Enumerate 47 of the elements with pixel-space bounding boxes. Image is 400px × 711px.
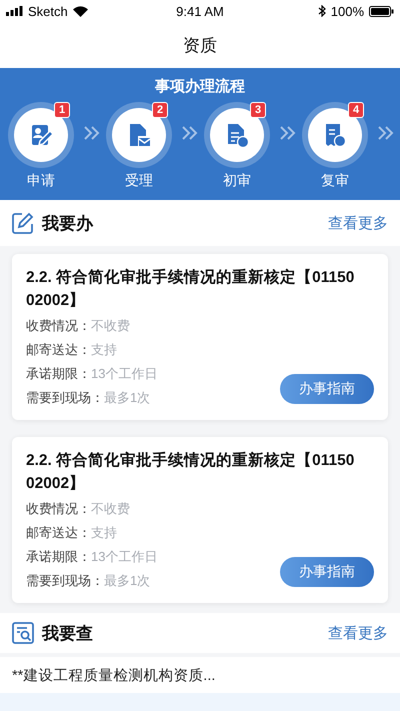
card-title: 2.2. 符合简化审批手续情况的重新核定【0115002002】 xyxy=(26,268,356,311)
step-label: 复审 xyxy=(320,172,350,190)
edit-icon xyxy=(12,212,34,234)
step-label: 受理 xyxy=(124,172,154,190)
step-number-badge: 3 xyxy=(250,102,266,118)
guide-button[interactable]: 办事指南 xyxy=(280,374,374,404)
step-number-badge: 1 xyxy=(54,102,70,118)
step-number-badge: 2 xyxy=(152,102,168,118)
field-value: 支持 xyxy=(91,525,117,540)
page-title: 资质 xyxy=(183,34,217,56)
card-title: 2.2. 符合简化审批手续情况的重新核定【0115002002】 xyxy=(26,450,356,494)
field-value: 最多1次 xyxy=(104,573,150,588)
step-number-badge: 4 xyxy=(348,102,364,118)
field-value: 13个工作日 xyxy=(91,549,158,564)
field-label: 承诺期限： xyxy=(26,549,91,564)
step-label: 初审 xyxy=(222,172,252,190)
field-value: 不收费 xyxy=(91,501,130,516)
battery-icon xyxy=(369,6,394,16)
field-label: 承诺期限： xyxy=(26,366,91,381)
clock-time: 9:41 AM xyxy=(176,4,224,18)
view-more-link[interactable]: 查看更多 xyxy=(328,624,388,642)
section-title: 我要办 xyxy=(42,212,94,234)
field-label: 邮寄送达： xyxy=(26,342,91,357)
field-label: 收费情况： xyxy=(26,318,91,333)
search-document-icon xyxy=(12,622,34,644)
field-value: 不收费 xyxy=(91,318,130,333)
field-value: 最多1次 xyxy=(104,390,150,405)
chevron-icon xyxy=(280,126,296,140)
wifi-icon xyxy=(72,6,88,16)
section-title: 我要查 xyxy=(42,622,94,644)
field-label: 收费情况： xyxy=(26,501,91,516)
chevron-icon xyxy=(84,126,100,140)
carrier-name: Sketch xyxy=(28,4,68,18)
field-value: 支持 xyxy=(91,342,117,357)
process-title: 事项办理流程 xyxy=(154,77,246,96)
step-label: 申请 xyxy=(26,172,56,190)
signal-icon xyxy=(6,6,23,16)
field-value: 13个工作日 xyxy=(91,366,158,381)
guide-button[interactable]: 办事指南 xyxy=(280,557,374,587)
view-more-link[interactable]: 查看更多 xyxy=(328,214,388,232)
chevron-icon xyxy=(182,126,198,140)
field-label: 邮寄送达： xyxy=(26,525,91,540)
field-label: 需要到现场： xyxy=(26,573,104,588)
bluetooth-icon xyxy=(318,5,326,17)
chevron-icon xyxy=(378,126,394,140)
battery-percent: 100% xyxy=(330,4,364,18)
field-label: 需要到现场： xyxy=(26,390,104,405)
